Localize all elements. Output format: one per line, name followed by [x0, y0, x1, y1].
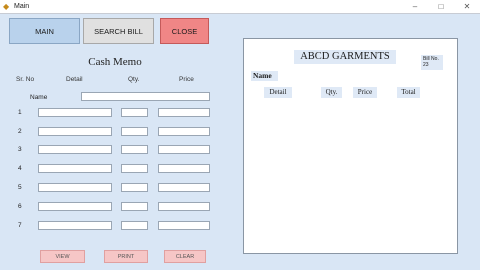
- qty-input[interactable]: [121, 164, 148, 173]
- bill-column-price: Price: [353, 87, 377, 98]
- detail-input[interactable]: [38, 108, 112, 117]
- view-button[interactable]: VIEW: [40, 250, 85, 263]
- print-button[interactable]: PRINT: [104, 250, 148, 263]
- price-input[interactable]: [158, 108, 210, 117]
- row-number: 3: [18, 146, 22, 153]
- company-name: ABCD GARMENTS: [294, 50, 396, 64]
- qty-input[interactable]: [121, 145, 148, 154]
- price-input[interactable]: [158, 202, 210, 211]
- row-number: 2: [18, 128, 22, 135]
- window-close-button[interactable]: ✕: [458, 0, 476, 13]
- price-input[interactable]: [158, 221, 210, 230]
- detail-input[interactable]: [38, 145, 112, 154]
- qty-input[interactable]: [121, 108, 148, 117]
- qty-input[interactable]: [121, 127, 148, 136]
- cash-memo-title: Cash Memo: [88, 56, 142, 68]
- column-header-qty: Qty.: [128, 76, 140, 83]
- row-number: 4: [18, 165, 22, 172]
- main-button[interactable]: MAIN: [9, 18, 80, 44]
- bill-column-detail: Detail: [264, 87, 292, 98]
- bill-name-label: Name: [251, 71, 278, 81]
- close-button[interactable]: CLOSE: [160, 18, 209, 44]
- minimize-button[interactable]: –: [406, 0, 424, 13]
- window-title: Main: [14, 3, 30, 10]
- row-number: 7: [18, 222, 22, 229]
- bill-number-value: 23: [423, 62, 429, 68]
- bill-column-qty: Qty.: [321, 87, 342, 98]
- qty-input[interactable]: [121, 221, 148, 230]
- column-header-price: Price: [179, 76, 194, 83]
- row-number: 5: [18, 184, 22, 191]
- row-number: 6: [18, 203, 22, 210]
- row-number: 1: [18, 109, 22, 116]
- app-icon: ◆: [3, 2, 10, 11]
- bill-column-total: Total: [397, 87, 420, 98]
- qty-input[interactable]: [121, 202, 148, 211]
- price-input[interactable]: [158, 145, 210, 154]
- clear-button[interactable]: CLEAR: [164, 250, 206, 263]
- price-input[interactable]: [158, 127, 210, 136]
- column-header-sr-no: Sr. No: [16, 76, 35, 83]
- detail-input[interactable]: [38, 164, 112, 173]
- column-header-detail: Detail: [66, 76, 83, 83]
- price-input[interactable]: [158, 183, 210, 192]
- price-input[interactable]: [158, 164, 210, 173]
- title-bar: ◆ Main – □ ✕: [0, 0, 480, 14]
- name-label: Name: [30, 94, 48, 101]
- search-bill-button[interactable]: SEARCH BILL: [83, 18, 154, 44]
- detail-input[interactable]: [38, 127, 112, 136]
- detail-input[interactable]: [38, 202, 112, 211]
- maximize-button[interactable]: □: [432, 0, 450, 13]
- detail-input[interactable]: [38, 221, 112, 230]
- detail-input[interactable]: [38, 183, 112, 192]
- qty-input[interactable]: [121, 183, 148, 192]
- bill-number: Bill No. 23: [421, 55, 443, 70]
- name-input[interactable]: [81, 92, 210, 101]
